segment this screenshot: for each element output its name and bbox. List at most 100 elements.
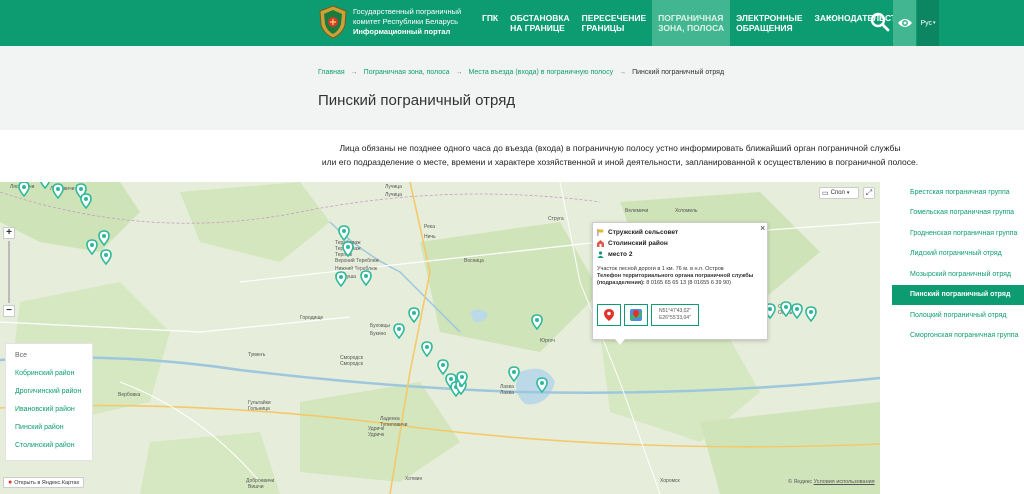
- page-title: Пинский пограничный отряд: [318, 92, 516, 109]
- district-ivanovo[interactable]: Ивановский район: [15, 406, 75, 413]
- map-marker-icon[interactable]: [536, 377, 548, 394]
- sidebar-item-mozyr[interactable]: Мозырский пограничный отряд: [892, 264, 1024, 285]
- map-marker-icon[interactable]: [52, 183, 64, 200]
- nav-item-e-appeals[interactable]: ЭЛЕКТРОННЫЕ ОБРАЩЕНИЯ: [730, 0, 808, 46]
- show-on-map-button[interactable]: [624, 304, 648, 326]
- map-marker-icon[interactable]: [39, 182, 51, 190]
- zoom-control: + −: [3, 227, 15, 317]
- nav-more-button[interactable]: ...: [826, 10, 834, 21]
- sidebar: Брестская пограничная группа Гомельская …: [892, 182, 1024, 346]
- map-layers-button[interactable]: ▭ Спол ▾: [819, 187, 859, 199]
- map-marker-icon[interactable]: [360, 270, 372, 287]
- district-kobrin[interactable]: Кобринский район: [15, 370, 74, 377]
- emblem-logo[interactable]: [318, 5, 348, 39]
- popup-location: Участок лесной дороги в 1 км. 76 м. в н.…: [597, 266, 724, 272]
- breadcrumb-current: Пинский пограничный отряд: [632, 69, 725, 76]
- district-all[interactable]: Все: [15, 352, 27, 359]
- search-icon[interactable]: [870, 12, 890, 32]
- expand-icon: ⤢: [865, 188, 873, 197]
- map-marker-icon[interactable]: [98, 230, 110, 247]
- zoom-out-button[interactable]: −: [3, 305, 15, 317]
- sidebar-item-grodno[interactable]: Гродненская пограничная группа: [892, 223, 1024, 244]
- popup-district: Столинский район: [597, 240, 668, 247]
- eye-icon: [897, 19, 912, 27]
- breadcrumb-separator: →: [619, 69, 627, 76]
- flag-icon: [597, 229, 604, 236]
- coordinates-button[interactable]: N51°47'43,02" E26°55'33,04": [651, 304, 699, 326]
- popup-place: место 2: [597, 251, 632, 258]
- building-icon: [597, 240, 604, 247]
- breadcrumb-home[interactable]: Главная: [318, 69, 345, 76]
- map-marker-icon[interactable]: [508, 366, 520, 383]
- language-selector[interactable]: Рус ▾: [917, 0, 939, 46]
- layers-label: Спол: [830, 190, 845, 196]
- brand-line-1: Государственный пограничный: [353, 7, 462, 16]
- route-button[interactable]: [597, 304, 621, 326]
- balloon-tail: [615, 339, 625, 345]
- popup-phone: 8 0165 65 65 13 (8 01655 6 39 90): [646, 280, 732, 286]
- notice-line-2: или его подразделение о месте, времени и…: [321, 157, 919, 167]
- map-marker-icon[interactable]: [805, 306, 817, 323]
- district-pinsk[interactable]: Пинский район: [15, 424, 64, 431]
- map-marker-icon[interactable]: [342, 241, 354, 258]
- open-yandex-label: Открыть в Яндекс.Картах: [14, 479, 80, 486]
- breadcrumb-separator: →: [350, 69, 358, 76]
- notice-text: Лица обязаны не позднее одного часа до в…: [300, 141, 940, 169]
- sidebar-item-lida[interactable]: Лидский пограничный отряд: [892, 244, 1024, 265]
- zoom-slider[interactable]: [8, 241, 10, 303]
- open-in-yandex-button[interactable]: ● Открыть в Яндекс.Картах: [3, 477, 85, 488]
- map-copyright: © Яндекс Условия использования: [788, 479, 875, 485]
- map-marker-icon[interactable]: [531, 314, 543, 331]
- popup-council-name: Стружский сельсовет: [608, 229, 679, 236]
- sidebar-item-brest[interactable]: Брестская пограничная группа: [892, 182, 1024, 203]
- sidebar-item-polotsk[interactable]: Полоцкий пограничный отряд: [892, 305, 1024, 326]
- sidebar-item-gomel[interactable]: Гомельская пограничная группа: [892, 203, 1024, 224]
- brand-subtitle: Информационный портал: [353, 27, 451, 36]
- copyright-text: © Яндекс: [788, 479, 813, 485]
- map-marker-icon[interactable]: [338, 225, 350, 242]
- zoom-in-button[interactable]: +: [3, 227, 15, 239]
- map-marker-icon[interactable]: [393, 323, 405, 340]
- map-pin-icon: [604, 309, 614, 321]
- district-stolin[interactable]: Столинский район: [15, 442, 75, 449]
- district-drogichin[interactable]: Дрогичинский район: [15, 388, 81, 395]
- person-icon: [597, 251, 604, 258]
- yandex-pin-icon: ●: [8, 479, 13, 486]
- chevron-down-icon: ▾: [846, 190, 850, 196]
- nav-item-border-zone[interactable]: ПОГРАНИЧНАЯ ЗОНА, ПОЛОСА: [652, 0, 731, 46]
- sidebar-item-smorgon[interactable]: Сморгонская пограничная группа: [892, 326, 1024, 347]
- terms-link[interactable]: Условия использования: [814, 479, 875, 485]
- brand-text[interactable]: Государственный пограничный комитет Респ…: [353, 7, 461, 37]
- accessibility-button[interactable]: [893, 0, 916, 46]
- map-balloon: × Стружский сельсовет Столинский район м…: [592, 222, 768, 345]
- nav-item-border-crossing[interactable]: ПЕРЕСЕЧЕНИЕ ГРАНИЦЫ: [576, 0, 653, 46]
- map-marker-icon[interactable]: [100, 249, 112, 266]
- map-marker-icon[interactable]: [18, 182, 30, 198]
- layers-icon: ▭: [822, 190, 829, 197]
- popup-description: Участок лесной дороги в 1 км. 76 м. в н.…: [597, 266, 765, 287]
- site-header: Государственный пограничный комитет Респ…: [0, 0, 1024, 46]
- nav-item-gpk[interactable]: ГПК: [476, 0, 504, 46]
- breadcrumb-entry-places[interactable]: Места въезда (входа) в пограничную полос…: [469, 69, 614, 76]
- language-label: Рус: [920, 19, 933, 27]
- popup-district-name: Столинский район: [608, 240, 668, 247]
- popup-council: Стружский сельсовет: [597, 229, 678, 236]
- close-icon[interactable]: ×: [760, 223, 765, 233]
- map-marker-icon[interactable]: [80, 193, 92, 210]
- chevron-down-icon: ▾: [933, 20, 936, 26]
- brand-line-2: комитет Республики Беларусь: [353, 17, 459, 26]
- map-marker-icon[interactable]: [408, 307, 420, 324]
- sidebar-item-pinsk[interactable]: Пинский пограничный отряд: [892, 284, 1024, 305]
- popup-place-name: место 2: [608, 251, 633, 258]
- fullscreen-button[interactable]: ⤢: [863, 187, 875, 199]
- nav-item-border-situation[interactable]: ОБСТАНОВКА НА ГРАНИЦЕ: [504, 0, 576, 46]
- map-marker-icon[interactable]: [780, 301, 792, 318]
- breadcrumb-border-zone[interactable]: Пограничная зона, полоса: [364, 69, 450, 76]
- map-marker-icon[interactable]: [421, 341, 433, 358]
- map-marker-icon[interactable]: [791, 303, 803, 320]
- map-marker-icon[interactable]: [335, 271, 347, 288]
- map-marker-icon[interactable]: [86, 239, 98, 256]
- district-filter: Все Кобринский район Дрогичинский район …: [5, 343, 93, 461]
- breadcrumb-separator: →: [455, 69, 463, 76]
- map-marker-icon[interactable]: [437, 359, 449, 376]
